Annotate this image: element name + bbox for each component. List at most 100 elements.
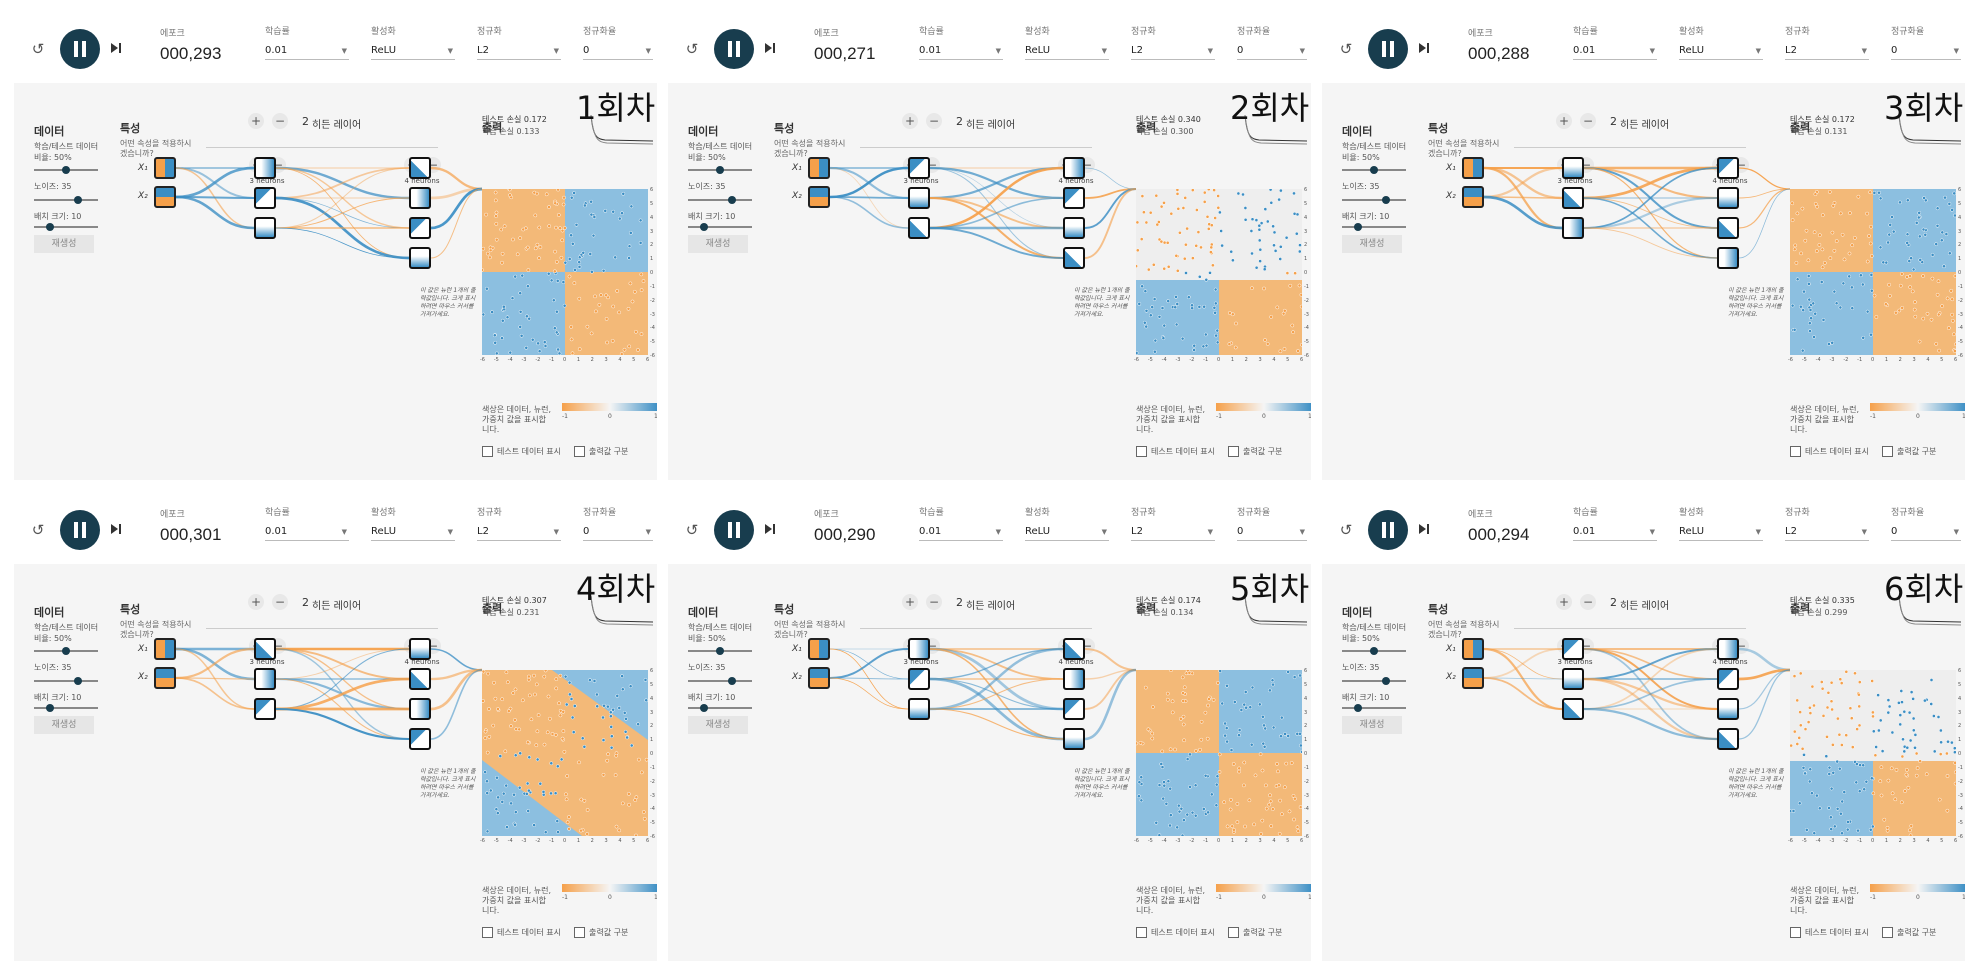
reg-rate-select[interactable]: 0 ▼ [1891, 524, 1961, 541]
weight-wire[interactable] [1738, 188, 1791, 229]
hidden-neuron[interactable] [1063, 638, 1085, 660]
weight-wire[interactable] [275, 707, 410, 741]
hidden-neuron[interactable] [1063, 728, 1085, 750]
checkbox-box[interactable] [1790, 927, 1801, 938]
weight-wire[interactable] [1583, 678, 1718, 710]
input-node-x2[interactable] [154, 186, 176, 208]
input-node-x2[interactable] [808, 667, 830, 689]
discretize-output-checkbox[interactable]: 출력값 구분 [1228, 446, 1282, 457]
show-test-data-checkbox[interactable]: 테스트 데이터 표시 [1136, 446, 1215, 457]
checkbox-box[interactable] [1882, 446, 1893, 457]
hidden-neuron[interactable] [1717, 247, 1739, 269]
hidden-neuron[interactable] [1063, 698, 1085, 720]
hidden-neuron[interactable] [908, 698, 930, 720]
regularization-select[interactable]: L2 ▼ [1131, 524, 1215, 541]
weight-wire[interactable] [1483, 195, 1563, 230]
weight-wire[interactable] [1483, 166, 1563, 199]
hidden-neuron[interactable] [908, 668, 930, 690]
step-icon[interactable] [1419, 40, 1433, 56]
weight-wire[interactable] [175, 647, 255, 680]
output-heatmap[interactable] [1136, 189, 1302, 355]
hidden-neuron[interactable] [1717, 698, 1739, 720]
input-node-x2[interactable] [154, 667, 176, 689]
regularization-select[interactable]: L2 ▼ [1785, 43, 1869, 60]
input-node-x2[interactable] [1462, 186, 1484, 208]
input-node-x1[interactable] [154, 638, 176, 660]
reset-icon[interactable]: ↺ [29, 40, 47, 58]
weight-wire[interactable] [929, 166, 1064, 200]
reset-icon[interactable]: ↺ [683, 521, 701, 539]
reg-rate-select[interactable]: 0 ▼ [583, 524, 653, 541]
checkbox-box[interactable] [1136, 446, 1147, 457]
hidden-neuron[interactable] [254, 187, 276, 209]
reset-icon[interactable]: ↺ [1337, 40, 1355, 58]
regularization-select[interactable]: L2 ▼ [477, 43, 561, 60]
checkbox-box[interactable] [1790, 446, 1801, 457]
weight-wire[interactable] [1583, 196, 1718, 230]
hidden-neuron[interactable] [1562, 668, 1584, 690]
weight-wire[interactable] [829, 677, 909, 710]
weight-wire[interactable] [929, 197, 1064, 229]
hidden-neuron[interactable] [409, 247, 431, 269]
pause-button[interactable] [714, 510, 754, 550]
weight-wire[interactable] [275, 197, 410, 229]
hidden-neuron[interactable] [908, 638, 930, 660]
discretize-output-checkbox[interactable]: 출력값 구분 [574, 446, 628, 457]
activation-select[interactable]: ReLU ▼ [371, 43, 455, 60]
weight-wire[interactable] [929, 648, 1064, 680]
step-icon[interactable] [111, 521, 125, 537]
discretize-output-checkbox[interactable]: 출력값 구분 [1882, 927, 1936, 938]
weight-wire[interactable] [929, 678, 1064, 710]
input-node-x2[interactable] [1462, 667, 1484, 689]
learning-rate-select[interactable]: 0.01 ▼ [265, 43, 349, 60]
weight-wire[interactable] [929, 227, 1064, 259]
weight-wire[interactable] [275, 648, 410, 680]
output-heatmap[interactable] [1136, 670, 1302, 836]
weight-wire[interactable] [275, 677, 410, 711]
hidden-neuron[interactable] [1717, 217, 1739, 239]
weight-wire[interactable] [1738, 669, 1791, 740]
checkbox-box[interactable] [482, 446, 493, 457]
hidden-neuron[interactable] [1717, 668, 1739, 690]
show-test-data-checkbox[interactable]: 테스트 데이터 표시 [482, 927, 561, 938]
reset-icon[interactable]: ↺ [1337, 521, 1355, 539]
discretize-output-checkbox[interactable]: 출력값 구분 [1882, 446, 1936, 457]
output-heatmap[interactable] [1790, 189, 1956, 355]
reset-icon[interactable]: ↺ [683, 40, 701, 58]
regularization-select[interactable]: L2 ▼ [477, 524, 561, 541]
hidden-neuron[interactable] [1562, 187, 1584, 209]
input-node-x2[interactable] [808, 186, 830, 208]
hidden-neuron[interactable] [409, 217, 431, 239]
output-heatmap[interactable] [482, 189, 648, 355]
pause-button[interactable] [60, 29, 100, 69]
hidden-neuron[interactable] [254, 698, 276, 720]
discretize-output-checkbox[interactable]: 출력값 구분 [1228, 927, 1282, 938]
learning-rate-select[interactable]: 0.01 ▼ [1573, 524, 1657, 541]
step-icon[interactable] [1419, 521, 1433, 537]
checkbox-box[interactable] [574, 927, 585, 938]
hidden-neuron[interactable] [409, 698, 431, 720]
show-test-data-checkbox[interactable]: 테스트 데이터 표시 [482, 446, 561, 457]
discretize-output-checkbox[interactable]: 출력값 구분 [574, 927, 628, 938]
hidden-neuron[interactable] [908, 217, 930, 239]
activation-select[interactable]: ReLU ▼ [1025, 43, 1109, 60]
learning-rate-select[interactable]: 0.01 ▼ [265, 524, 349, 541]
checkbox-box[interactable] [482, 927, 493, 938]
hidden-neuron[interactable] [1562, 698, 1584, 720]
reg-rate-select[interactable]: 0 ▼ [1891, 43, 1961, 60]
weight-wire[interactable] [1483, 648, 1563, 679]
step-icon[interactable] [111, 40, 125, 56]
weight-wire[interactable] [1738, 167, 1791, 190]
pause-button[interactable] [60, 510, 100, 550]
weight-wire[interactable] [1084, 668, 1137, 741]
hidden-neuron[interactable] [409, 668, 431, 690]
input-node-x1[interactable] [1462, 638, 1484, 660]
checkbox-box[interactable] [1882, 927, 1893, 938]
step-icon[interactable] [765, 521, 779, 537]
show-test-data-checkbox[interactable]: 테스트 데이터 표시 [1136, 927, 1215, 938]
weight-wire[interactable] [1084, 647, 1137, 672]
regularization-select[interactable]: L2 ▼ [1131, 43, 1215, 60]
weight-wire[interactable] [1583, 707, 1718, 741]
hidden-neuron[interactable] [1063, 668, 1085, 690]
hidden-neuron[interactable] [908, 187, 930, 209]
